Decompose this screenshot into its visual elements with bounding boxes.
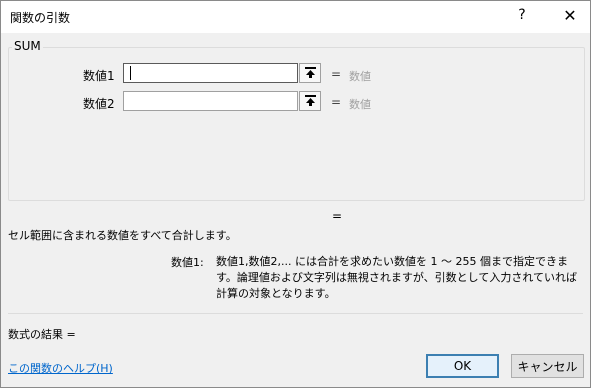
- arg1-result: 数値: [349, 70, 371, 83]
- dialog-title: 関数の引数: [10, 11, 71, 25]
- arg2-result: 数値: [349, 98, 371, 111]
- arg2-collapse-button[interactable]: [299, 91, 321, 111]
- cancel-button[interactable]: キャンセル: [511, 354, 584, 378]
- function-description: セル範囲に含まれる数値をすべて合計します。: [8, 229, 237, 242]
- argument-description-label: 数値1:: [171, 256, 204, 269]
- arg1-equals: =: [331, 67, 342, 81]
- collapse-dialog-icon: [305, 95, 316, 106]
- function-arguments-dialog: 関数の引数 ? ✕ SUM 数値1 = 数値 数値2 = 数値 = セル範囲に含…: [0, 0, 591, 388]
- arg2-label: 数値2: [83, 97, 115, 111]
- divider: [8, 313, 583, 314]
- arg1-label: 数値1: [83, 69, 115, 83]
- close-button[interactable]: ✕: [561, 6, 579, 25]
- arg1-input[interactable]: [123, 63, 298, 83]
- function-help-link[interactable]: この関数のヘルプ(H): [8, 360, 113, 376]
- arg2-input[interactable]: [123, 91, 298, 111]
- ok-button[interactable]: OK: [426, 354, 499, 378]
- arg1-collapse-button[interactable]: [299, 63, 321, 83]
- help-button[interactable]: ?: [514, 7, 530, 23]
- arg2-equals: =: [331, 95, 342, 109]
- formula-result: 数式の結果 =: [8, 328, 76, 341]
- argument-description-text: 数値1,数値2,... には合計を求めたい数値を 1 ～ 255 個まで指定でき…: [216, 255, 578, 300]
- title-bar: 関数の引数 ? ✕: [1, 1, 590, 33]
- function-result-equals: =: [332, 209, 343, 223]
- text-caret: [130, 66, 131, 80]
- function-name: SUM: [12, 39, 43, 53]
- collapse-dialog-icon: [305, 67, 316, 78]
